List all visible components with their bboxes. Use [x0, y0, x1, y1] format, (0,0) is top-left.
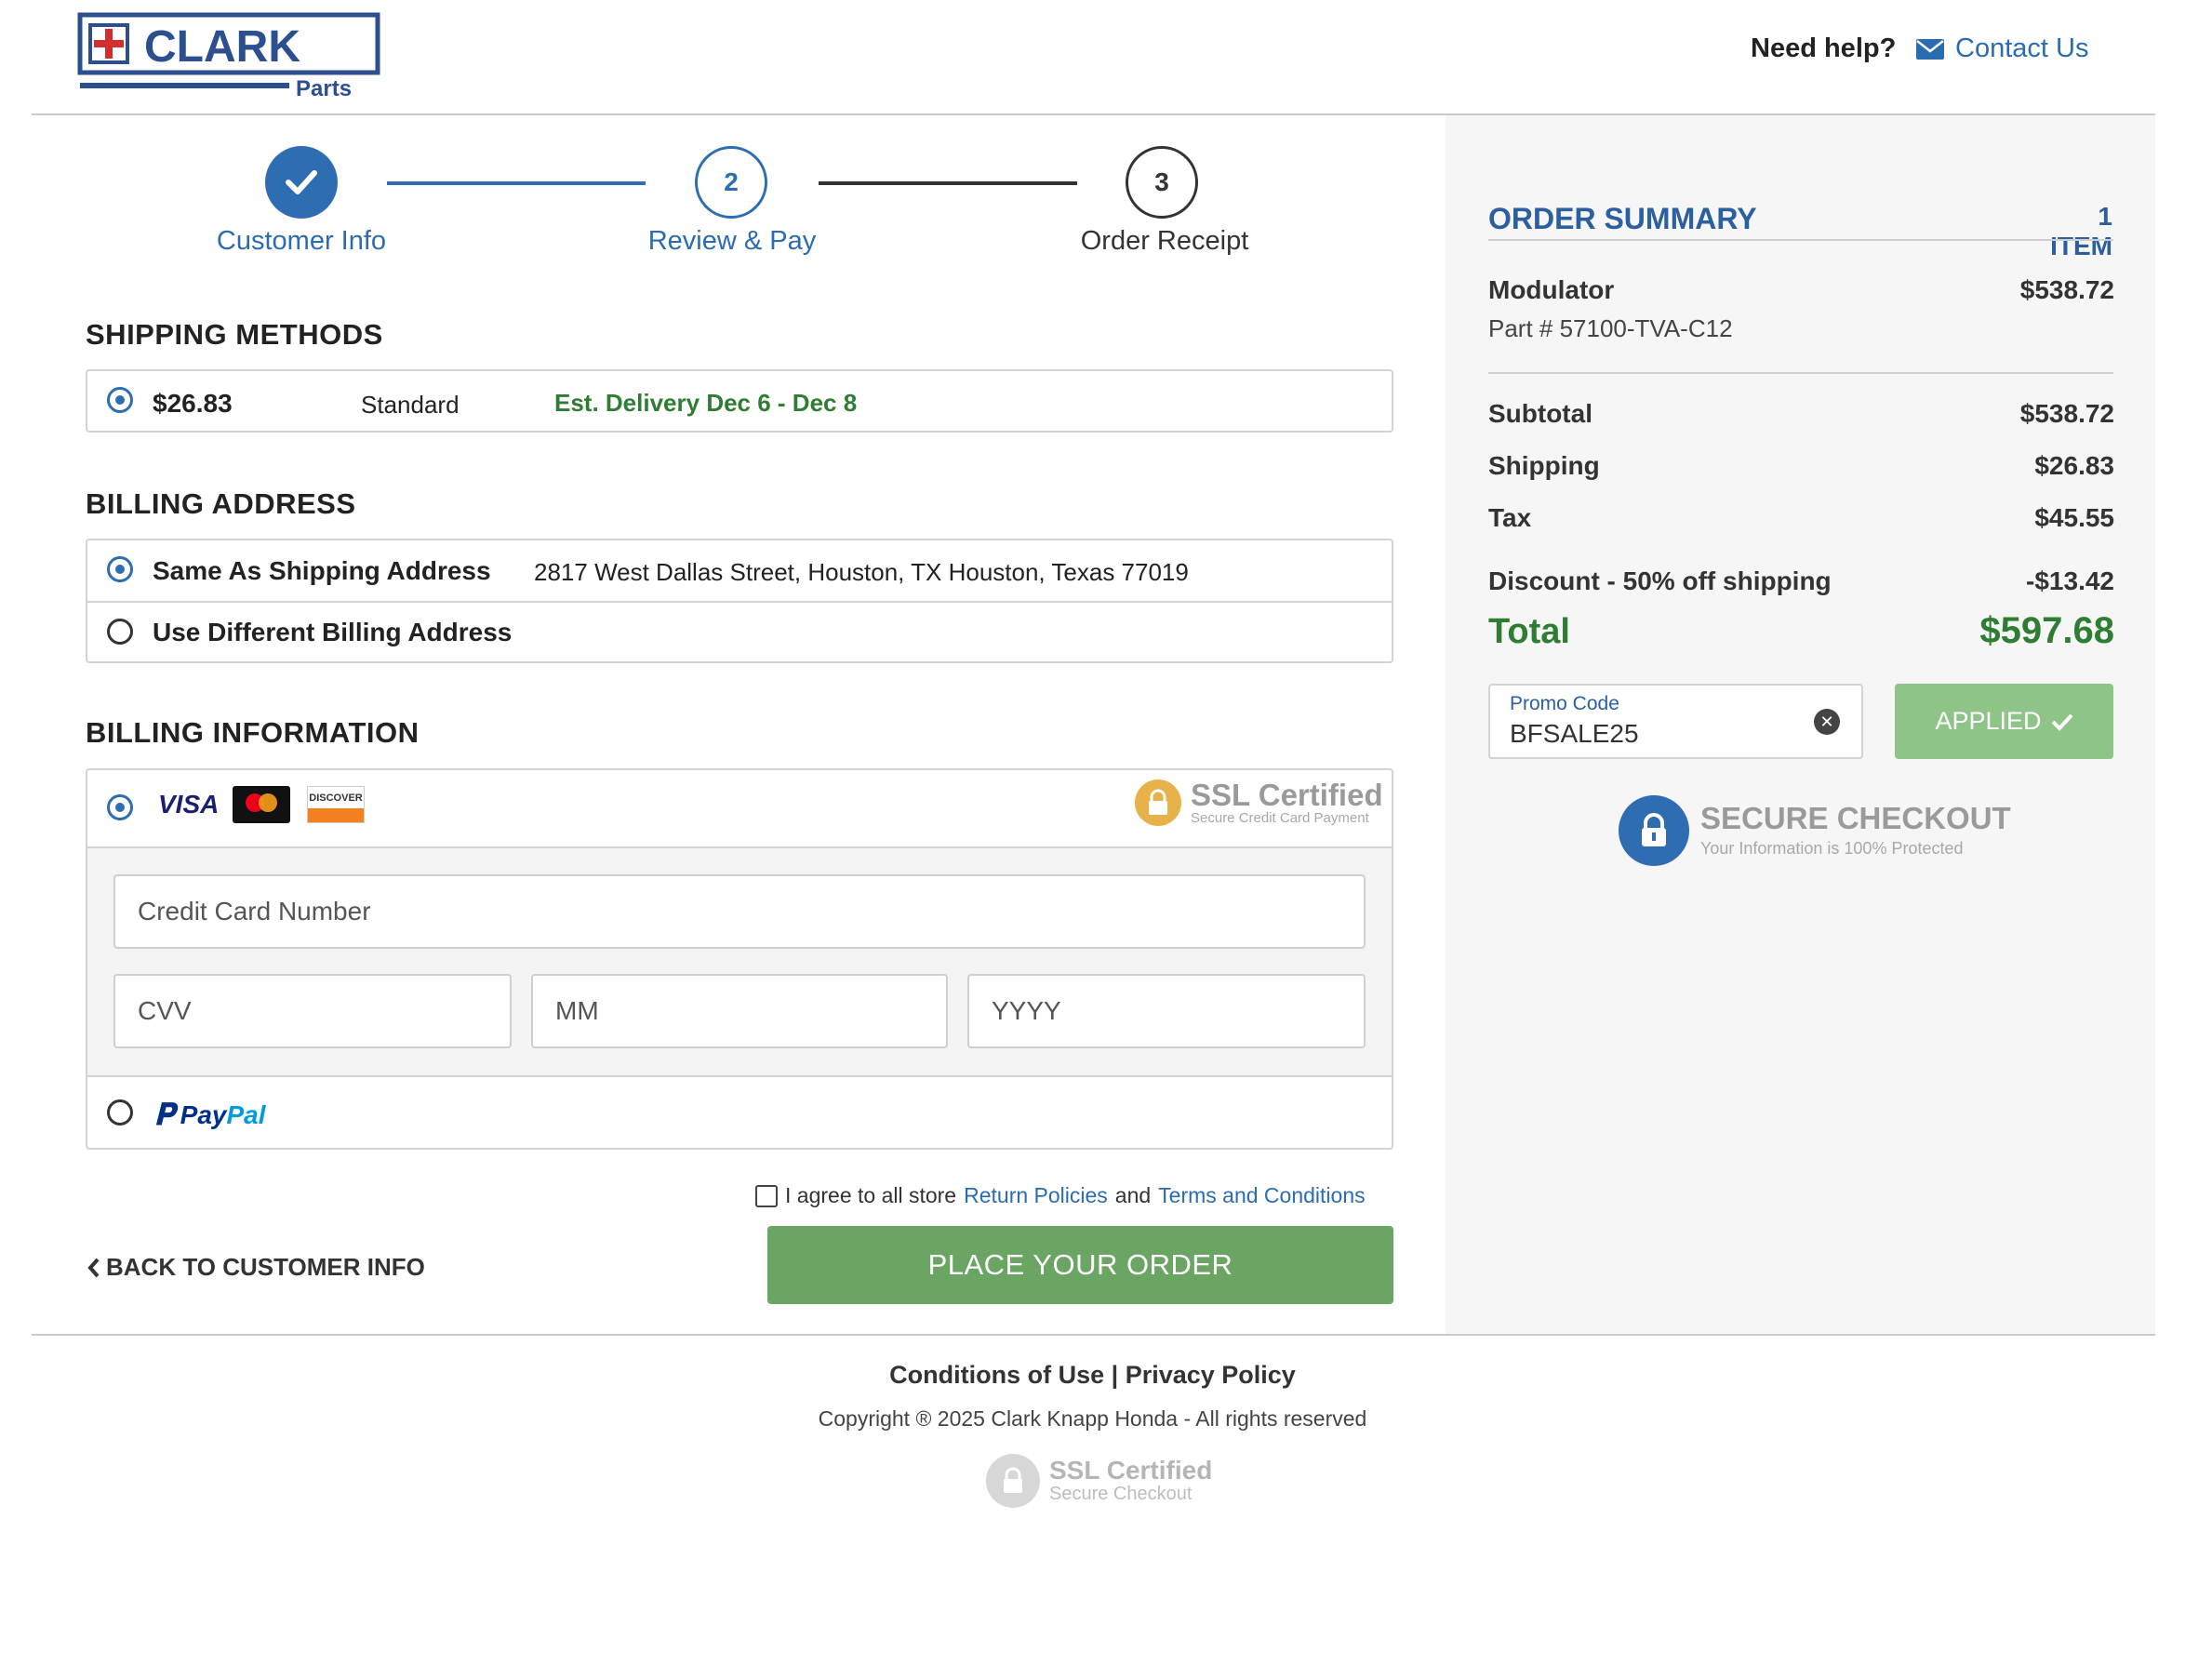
shipping-label: Shipping [1488, 451, 1600, 480]
tax-value: $45.55 [2034, 503, 2114, 532]
footer-ssl-subtitle: Secure Checkout [1049, 1483, 1193, 1504]
step-connector-2 [819, 181, 1077, 185]
logo-sub-text: Parts [296, 76, 352, 100]
shipping-radio[interactable] [107, 387, 133, 413]
shipping-price: $26.83 [153, 389, 233, 418]
lock-icon [986, 1454, 1040, 1508]
same-address-label[interactable]: Same As Shipping Address [153, 556, 491, 586]
summary-divider-1 [1488, 239, 2113, 241]
shipping-name: Standard [361, 391, 460, 419]
order-summary-title: ORDER SUMMARY [1488, 202, 1757, 235]
agreement-row: I agree to all store Return Policies and… [755, 1183, 1366, 1208]
shipping-estimate: Est. Delivery Dec 6 - Dec 8 [554, 389, 858, 417]
lock-icon [1135, 779, 1181, 826]
mastercard-icon [233, 786, 290, 823]
cvv-field[interactable]: CVV [113, 974, 512, 1048]
footer-links[interactable]: Conditions of Use | Privacy Policy [0, 1361, 2185, 1390]
logo-text: CLARK [144, 22, 300, 72]
item-part-number: Part # 57100-TVA-C12 [1488, 314, 1733, 342]
visa-icon: VISA [158, 790, 220, 819]
need-help-text: Need help? [1751, 33, 1897, 63]
terms-link[interactable]: Terms and Conditions [1158, 1183, 1365, 1208]
lock-icon [1619, 795, 1689, 866]
return-policies-link[interactable]: Return Policies [964, 1183, 1108, 1208]
billing-divider [87, 601, 1392, 603]
footer-divider [32, 1334, 2155, 1336]
card-number-field[interactable]: Credit Card Number [113, 874, 1366, 949]
footer-ssl-title: SSL Certified [1049, 1455, 1213, 1485]
agree-checkbox[interactable] [755, 1184, 778, 1207]
summary-divider-2 [1488, 372, 2113, 374]
checkmark-icon [2051, 713, 2072, 731]
step-2-label: Review & Pay [647, 226, 817, 256]
ssl-title: SSL Certified [1191, 778, 1383, 812]
place-order-button[interactable]: PLACE YOUR ORDER [767, 1226, 1393, 1304]
footer-ssl-badge: SSL Certified Secure Checkout [986, 1454, 1212, 1508]
item-name: Modulator [1488, 275, 1615, 304]
contact-us-label: Contact Us [1955, 33, 2089, 63]
item-price: $538.72 [2019, 275, 2114, 304]
paypal-text-2: Pal [226, 1100, 266, 1129]
envelope-icon [1916, 38, 1944, 60]
step-1-label[interactable]: Customer Info [153, 226, 450, 257]
secure-checkout-subtitle: Your Information is 100% Protected [1700, 839, 1964, 858]
credit-card-radio[interactable] [107, 794, 133, 820]
step-1-circle [265, 146, 338, 219]
back-button[interactable]: BACK TO CUSTOMER INFO [87, 1253, 425, 1282]
ssl-certified-badge: SSL Certified Secure Credit Card Payment [1135, 779, 1383, 826]
promo-code-label: Promo Code [1510, 693, 1619, 714]
billing-information-title: BILLING INFORMATION [86, 716, 420, 749]
different-address-radio[interactable] [107, 619, 133, 645]
applied-label: APPLIED [1935, 707, 2042, 735]
subtotal-label: Subtotal [1488, 399, 1592, 428]
step-3-label: Order Receipt [1080, 226, 1249, 256]
paypal-icon: 𝐏 [154, 1098, 175, 1131]
clear-promo-icon[interactable]: ✕ [1814, 709, 1840, 735]
clark-parts-logo[interactable]: CLARK Parts [77, 12, 380, 101]
paypal-text-1: Pay [180, 1100, 227, 1129]
expiry-month-field[interactable]: MM [531, 974, 948, 1048]
billing-address-text: 2817 West Dallas Street, Houston, TX Hou… [534, 558, 1189, 586]
secure-checkout-badge: SECURE CHECKOUT Your Information is 100%… [1619, 795, 2011, 866]
expiry-year-field[interactable]: YYYY [967, 974, 1366, 1048]
item-count: 1 ITEM [2050, 202, 2112, 260]
step-2-circle: 2 [695, 146, 767, 219]
copyright-text: Copyright ® 2025 Clark Knapp Honda - All… [818, 1406, 1367, 1431]
agree-prefix: I agree to all store [785, 1183, 957, 1207]
ssl-subtitle: Secure Credit Card Payment [1191, 810, 1369, 826]
back-label: BACK TO CUSTOMER INFO [106, 1253, 425, 1281]
discount-label: Discount - 50% off shipping [1488, 566, 1832, 595]
paypal-logo[interactable]: 𝐏 PayPal [154, 1098, 266, 1133]
paypal-radio[interactable] [107, 1099, 133, 1126]
different-address-label[interactable]: Use Different Billing Address [153, 618, 512, 647]
chevron-left-icon [87, 1258, 100, 1277]
secure-checkout-title: SECURE CHECKOUT [1700, 801, 2011, 835]
same-address-radio[interactable] [107, 556, 133, 582]
total-label: Total [1488, 612, 1570, 651]
discount-value: -$13.42 [2026, 566, 2114, 595]
applied-button[interactable]: APPLIED [1895, 684, 2113, 759]
discover-icon: DISCOVER [307, 786, 365, 823]
step-connector-1 [387, 181, 646, 185]
subtotal-value: $538.72 [2019, 399, 2114, 428]
shipping-methods-title: SHIPPING METHODS [86, 318, 383, 351]
promo-code-value[interactable]: BFSALE25 [1510, 719, 1639, 749]
card-brands: VISA DISCOVER [158, 786, 365, 823]
step-3-circle: 3 [1126, 146, 1198, 219]
total-value: $597.68 [1979, 610, 2114, 651]
agree-middle: and [1114, 1183, 1152, 1207]
tax-label: Tax [1488, 503, 1532, 532]
contact-us-link[interactable]: Contact Us [1916, 33, 2088, 64]
billing-address-title: BILLING ADDRESS [86, 487, 356, 520]
shipping-value: $26.83 [2034, 451, 2114, 480]
checkmark-icon [286, 170, 317, 194]
